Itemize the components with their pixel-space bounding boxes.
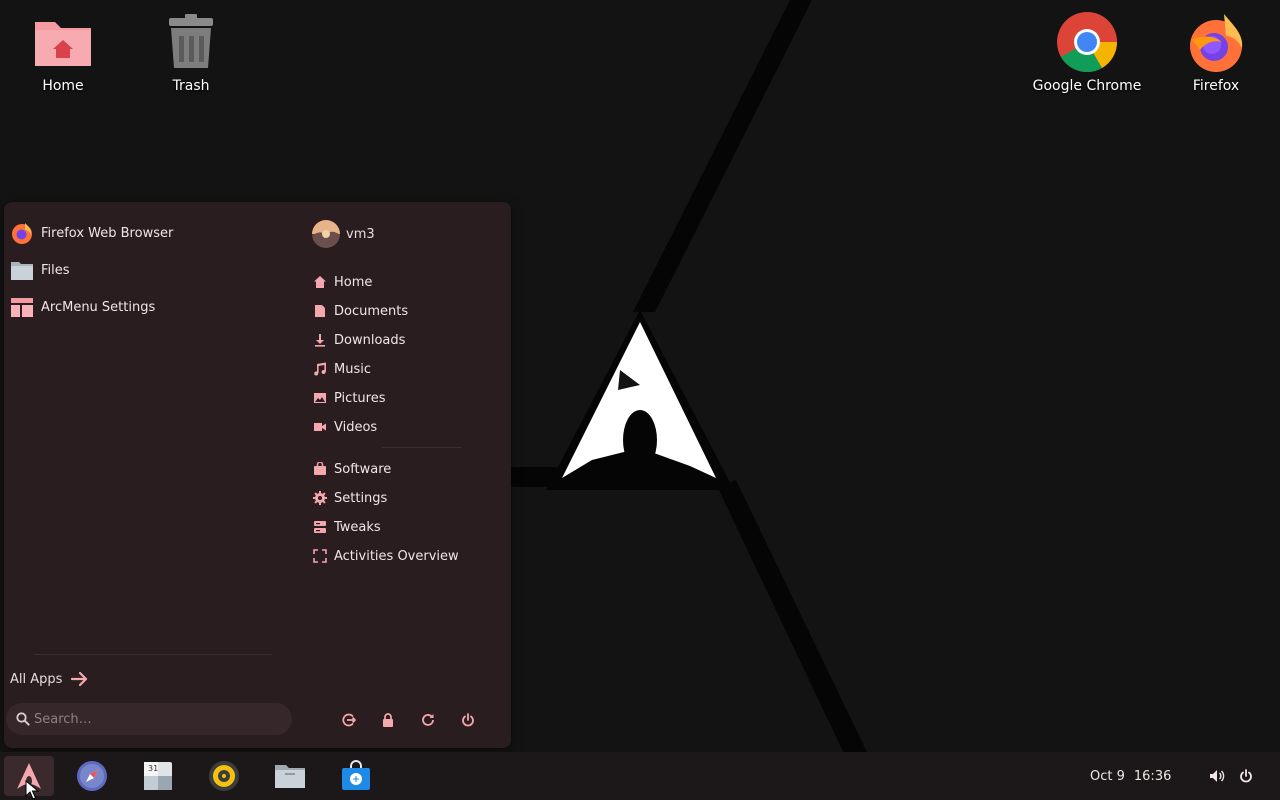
calendar-icon: 31 <box>142 760 174 792</box>
place-downloads[interactable]: Downloads <box>308 327 498 353</box>
web-browser-icon <box>76 760 108 792</box>
music-icon <box>313 362 327 376</box>
shortcut-activities-overview[interactable]: Activities Overview <box>308 543 498 569</box>
place-music[interactable]: Music <box>308 356 498 382</box>
desktop-icon-label: Firefox <box>1192 78 1240 94</box>
arcmenu-settings-icon <box>10 295 34 319</box>
menu-app-files[interactable]: Files <box>10 254 280 286</box>
place-videos[interactable]: Videos <box>308 414 498 440</box>
activities-icon <box>313 549 327 563</box>
menu-app-label: Files <box>41 262 70 278</box>
volume-icon <box>1209 768 1225 784</box>
search-icon <box>16 712 30 726</box>
home-icon <box>313 275 327 289</box>
desktop-icon-label: Google Chrome <box>1032 78 1142 94</box>
svg-text:31: 31 <box>148 764 158 773</box>
home-folder-icon <box>31 10 95 74</box>
download-icon <box>313 333 327 347</box>
chrome-icon <box>1055 10 1119 74</box>
place-label: Downloads <box>334 332 406 348</box>
menu-separator <box>382 447 462 448</box>
document-icon <box>313 304 327 318</box>
software-bag-icon <box>313 461 327 476</box>
mouse-cursor-icon <box>25 780 39 800</box>
taskbar-calendar[interactable]: 31 <box>133 756 183 796</box>
lock-button[interactable] <box>376 708 400 732</box>
arrow-right-icon <box>70 671 90 687</box>
place-pictures[interactable]: Pictures <box>308 385 498 411</box>
menu-app-arcmenu-settings[interactable]: ArcMenu Settings <box>10 291 280 323</box>
shortcut-software[interactable]: Software <box>308 456 498 482</box>
place-label: Home <box>334 274 373 290</box>
taskbar-web-browser[interactable] <box>67 756 117 796</box>
logout-button[interactable] <box>337 708 361 732</box>
place-label: Pictures <box>334 390 386 406</box>
power-icon <box>1239 769 1253 783</box>
shortcut-label: Activities Overview <box>334 548 459 564</box>
place-documents[interactable]: Documents <box>308 298 498 324</box>
shortcut-label: Tweaks <box>334 519 381 535</box>
firefox-icon <box>1184 10 1248 74</box>
video-icon <box>313 420 327 434</box>
clock[interactable]: Oct 9 16:36 <box>1090 752 1180 800</box>
all-apps-label: All Apps <box>10 671 63 687</box>
shortcut-label: Settings <box>334 490 388 506</box>
menu-app-firefox[interactable]: Firefox Web Browser <box>10 217 280 249</box>
all-apps-button[interactable]: All Apps <box>10 668 90 690</box>
music-player-icon <box>208 760 240 792</box>
desktop-icon-trash[interactable]: Trash <box>136 4 246 94</box>
shortcut-tweaks[interactable]: Tweaks <box>308 514 498 540</box>
folder-icon <box>10 258 34 282</box>
menu-app-label: Firefox Web Browser <box>41 225 174 241</box>
user-name: vm3 <box>346 226 375 242</box>
taskbar-music-player[interactable] <box>199 756 249 796</box>
avatar <box>312 220 340 248</box>
gear-icon <box>313 491 327 505</box>
restart-button[interactable] <box>416 708 440 732</box>
clock-date: Oct 9 <box>1090 768 1125 784</box>
files-icon <box>274 760 306 792</box>
desktop-icon-firefox[interactable]: Firefox <box>1161 4 1271 94</box>
taskbar-software-store[interactable] <box>331 756 381 796</box>
software-store-icon <box>340 760 372 792</box>
shortcut-label: Software <box>334 461 392 477</box>
menu-separator <box>34 654 272 655</box>
restart-icon <box>421 713 435 727</box>
firefox-icon <box>10 221 34 245</box>
lock-icon <box>381 713 395 727</box>
clock-time: 16:36 <box>1133 768 1172 784</box>
menu-app-label: ArcMenu Settings <box>41 299 156 315</box>
desktop-icon-label: Home <box>42 78 84 94</box>
desktop-icon-label: Trash <box>172 78 210 94</box>
place-home[interactable]: Home <box>308 269 498 295</box>
desktop-icon-chrome[interactable]: Google Chrome <box>1032 4 1142 94</box>
desktop-icon-home[interactable]: Home <box>8 4 118 94</box>
place-label: Documents <box>334 303 409 319</box>
trash-icon <box>159 10 223 74</box>
user-account-button[interactable]: vm3 <box>308 217 375 251</box>
tweaks-icon <box>313 520 327 534</box>
logout-icon <box>342 713 356 727</box>
taskbar <box>0 752 1280 800</box>
shortcut-settings[interactable]: Settings <box>308 485 498 511</box>
search-input[interactable] <box>34 711 264 727</box>
power-off-button[interactable] <box>456 708 480 732</box>
volume-button[interactable] <box>1205 756 1229 796</box>
system-power-button[interactable] <box>1234 756 1258 796</box>
place-label: Videos <box>334 419 378 435</box>
picture-icon <box>313 391 327 405</box>
power-icon <box>461 713 475 727</box>
place-label: Music <box>334 361 371 377</box>
search-box[interactable] <box>6 703 292 735</box>
taskbar-files[interactable] <box>265 756 315 796</box>
